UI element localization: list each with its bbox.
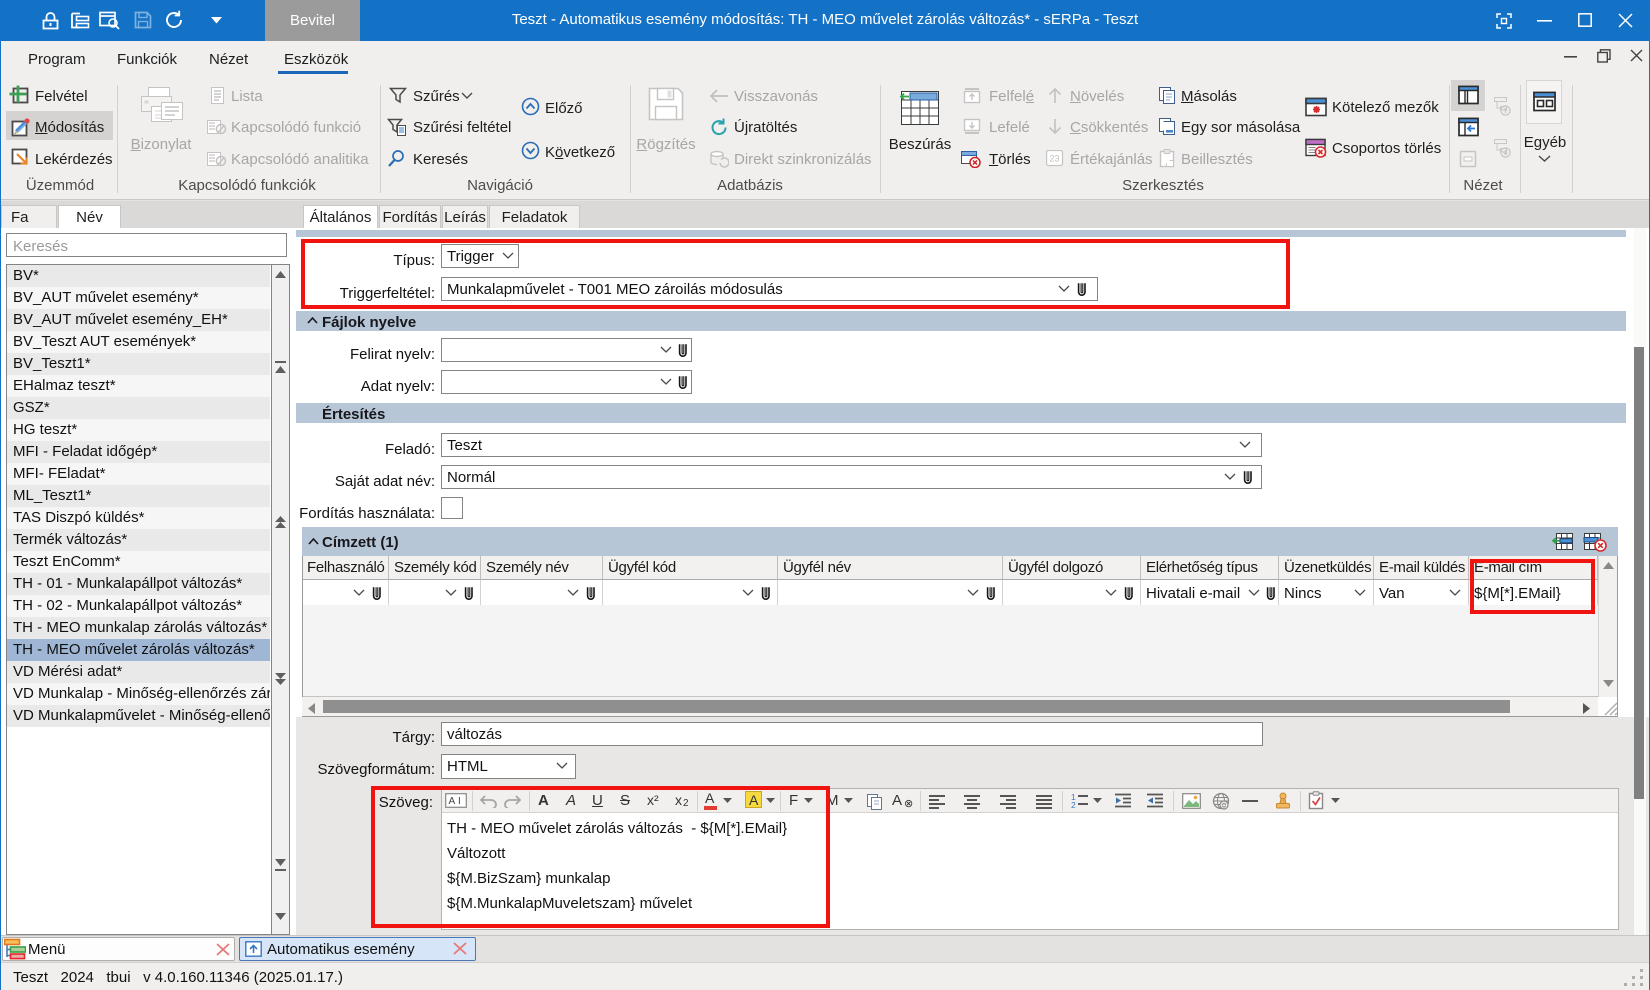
svg-text:23: 23 (1049, 154, 1059, 164)
svg-text:2: 2 (1071, 800, 1076, 809)
